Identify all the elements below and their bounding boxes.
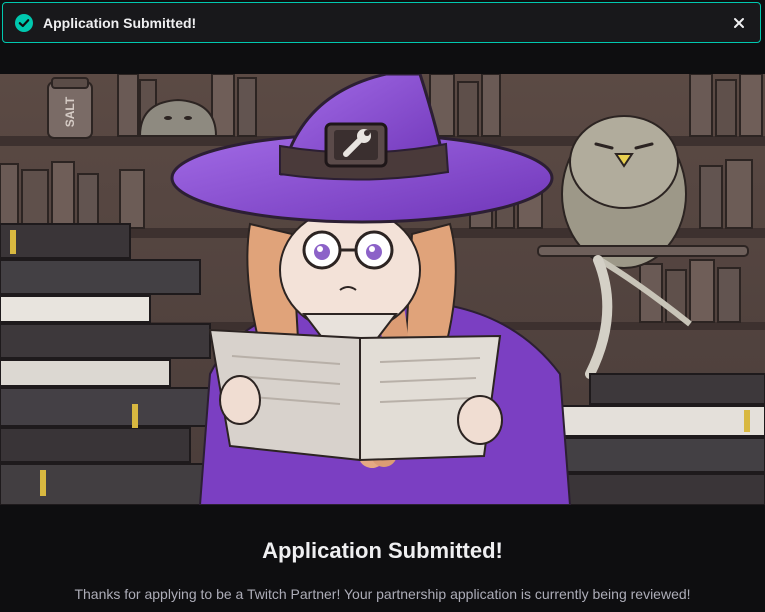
close-icon[interactable] bbox=[730, 14, 748, 32]
salt-jar-label: SALT bbox=[63, 96, 77, 127]
check-circle-icon bbox=[15, 14, 33, 32]
witch-reading-illustration: SALT bbox=[0, 74, 765, 505]
status-message: Thanks for applying to be a Twitch Partn… bbox=[74, 586, 691, 602]
success-toast: Application Submitted! bbox=[2, 2, 761, 43]
application-submitted-page: Application Submitted! SALT Application … bbox=[0, 0, 765, 612]
toast-message: Application Submitted! bbox=[43, 15, 197, 31]
page-title: Application Submitted! bbox=[262, 538, 503, 563]
hero-illustration: SALT bbox=[0, 74, 765, 505]
salt-jar: SALT bbox=[47, 77, 93, 139]
